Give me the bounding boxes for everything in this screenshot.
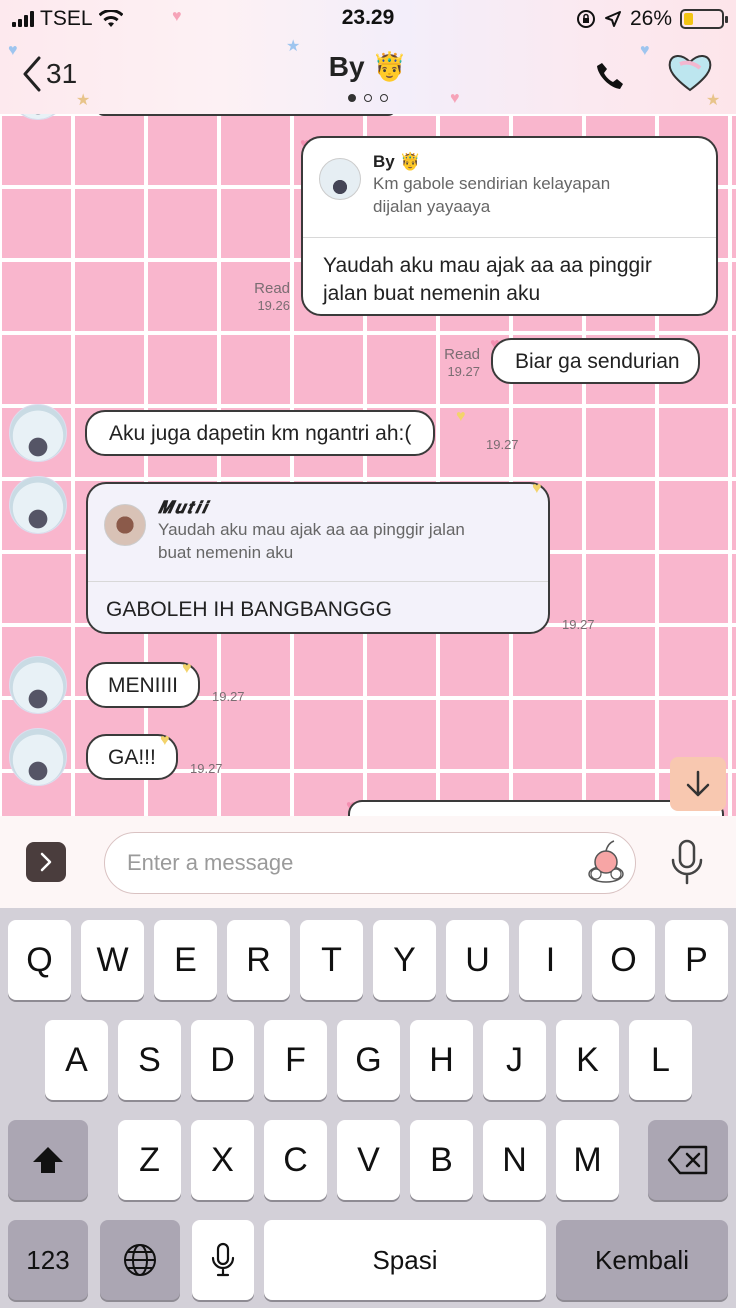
backspace-icon xyxy=(667,1145,708,1175)
key-m[interactable]: M xyxy=(556,1120,619,1200)
timestamp: 19.27 xyxy=(486,437,519,452)
dictation-key[interactable] xyxy=(192,1220,254,1300)
contact-avatar[interactable] xyxy=(9,656,67,714)
key-o[interactable]: O xyxy=(592,920,655,1000)
status-right: 26% xyxy=(576,6,728,32)
key-p[interactable]: P xyxy=(665,920,728,1000)
key-x[interactable]: X xyxy=(191,1120,254,1200)
space-key[interactable]: Spasi xyxy=(264,1220,546,1300)
quoted-message[interactable]: 𝑴𝒖𝒕𝒊𝒊 Yaudah aku mau ajak aa aa pinggir … xyxy=(88,484,548,582)
voice-message-button[interactable] xyxy=(668,838,706,886)
return-key[interactable]: Kembali xyxy=(556,1220,728,1300)
message-input[interactable] xyxy=(104,832,636,894)
quote-avatar xyxy=(319,158,361,200)
key-k[interactable]: K xyxy=(556,1020,619,1100)
key-f[interactable]: F xyxy=(264,1020,327,1100)
chevron-right-icon xyxy=(40,852,52,872)
key-r[interactable]: R xyxy=(227,920,290,1000)
scroll-to-bottom-button[interactable] xyxy=(670,757,726,811)
reply-text: Yaudah aku mau ajak aa aa pinggir jalan … xyxy=(303,238,716,324)
contact-avatar[interactable] xyxy=(9,476,67,534)
message-text: Aku juga dapetin km ngantri ah:( xyxy=(109,422,412,445)
timestamp: 19.26 xyxy=(257,298,290,313)
message-meta: Read 19.26 xyxy=(240,280,290,314)
heart-icon: ♥ xyxy=(456,408,466,425)
reply-text: GABOLEH IH BANGBANGGG xyxy=(106,598,392,621)
key-u[interactable]: U xyxy=(446,920,509,1000)
quote-sender: By 🤴 xyxy=(373,152,421,171)
sticker-button[interactable] xyxy=(586,836,626,884)
location-icon xyxy=(604,11,621,27)
read-receipt: Read xyxy=(444,346,480,363)
heart-sticker-icon xyxy=(668,55,712,92)
heart-icon: ♥ xyxy=(160,732,170,749)
key-q[interactable]: Q xyxy=(8,920,71,1000)
timestamp: 19.27 xyxy=(212,689,245,704)
reply-line: Yaudah aku mau ajak aa aa pinggir xyxy=(323,254,652,277)
key-e[interactable]: E xyxy=(154,920,217,1000)
quote-text: buat nemenin aku xyxy=(158,543,294,562)
quote-text: dijalan yayaaya xyxy=(373,197,491,216)
message-bubble-partial xyxy=(348,800,724,816)
key-w[interactable]: W xyxy=(81,920,144,1000)
chat-area[interactable]: ♥ By 🤴 Km gabole sendirian kelayapan dij… xyxy=(0,114,736,816)
expand-menu-button[interactable] xyxy=(26,842,66,882)
quote-avatar xyxy=(104,504,146,546)
message-meta: Read 19.27 xyxy=(430,346,480,380)
globe-icon xyxy=(124,1244,156,1276)
timestamp: 19.27 xyxy=(447,364,480,379)
key-v[interactable]: V xyxy=(337,1120,400,1200)
key-b[interactable]: B xyxy=(410,1120,473,1200)
key-s[interactable]: S xyxy=(118,1020,181,1100)
phone-call-button[interactable] xyxy=(594,60,626,92)
chat-header: ♥ ♥ ★ ♥ ♥ ★ ★ TSEL 23.29 26% 31 By 🤴 xyxy=(0,0,736,114)
outgoing-message-bubble[interactable]: Biar ga sendurian xyxy=(491,338,700,384)
contact-avatar[interactable] xyxy=(9,114,67,120)
reply-line: jalan buat nemenin aku xyxy=(323,282,541,305)
key-n[interactable]: N xyxy=(483,1120,546,1200)
key-l[interactable]: L xyxy=(629,1020,692,1100)
keyboard: Q W E R T Y U I O P A S D F G H J K L Z … xyxy=(0,908,736,1308)
key-c[interactable]: C xyxy=(264,1120,327,1200)
page-indicator xyxy=(0,94,736,102)
page-dot xyxy=(380,94,388,102)
page-dot xyxy=(348,94,356,102)
shift-icon xyxy=(33,1147,63,1173)
timestamp: 19.27 xyxy=(190,761,223,776)
incoming-reply-bubble[interactable]: 𝑴𝒖𝒕𝒊𝒊 Yaudah aku mau ajak aa aa pinggir … xyxy=(86,482,550,634)
quote-text: Km gabole sendirian kelayapan xyxy=(373,174,611,193)
shift-key[interactable] xyxy=(8,1120,88,1200)
heart-icon: ♥ xyxy=(182,660,192,677)
key-j[interactable]: J xyxy=(483,1020,546,1100)
key-h[interactable]: H xyxy=(410,1020,473,1100)
backspace-key[interactable] xyxy=(648,1120,728,1200)
timestamp: 19.27 xyxy=(562,617,595,632)
quote-text: Yaudah aku mau ajak aa aa pinggir jalan xyxy=(158,520,465,539)
outgoing-reply-bubble[interactable]: By 🤴 Km gabole sendirian kelayapan dijal… xyxy=(301,136,718,316)
rotation-lock-icon xyxy=(576,10,595,28)
message-text: Biar ga sendurian xyxy=(515,350,680,373)
quote-sender: 𝑴𝒖𝒕𝒊𝒊 xyxy=(158,498,209,517)
key-g[interactable]: G xyxy=(337,1020,400,1100)
key-z[interactable]: Z xyxy=(118,1120,181,1200)
battery-icon xyxy=(680,9,728,29)
numbers-key[interactable]: 123 xyxy=(8,1220,88,1300)
quoted-message[interactable]: By 🤴 Km gabole sendirian kelayapan dijal… xyxy=(303,138,716,238)
battery-percent: 26% xyxy=(629,7,672,30)
heart-icon: ♥ xyxy=(532,480,542,497)
key-i[interactable]: I xyxy=(519,920,582,1000)
contact-avatar[interactable] xyxy=(9,728,67,786)
arrow-down-icon xyxy=(686,770,710,797)
key-t[interactable]: T xyxy=(300,920,363,1000)
incoming-message-bubble[interactable]: Aku juga dapetin km ngantri ah:( xyxy=(85,410,436,456)
key-d[interactable]: D xyxy=(191,1020,254,1100)
key-a[interactable]: A xyxy=(45,1020,108,1100)
message-bubble-partial xyxy=(96,114,396,116)
read-receipt: Read xyxy=(254,280,290,297)
microphone-icon xyxy=(211,1242,235,1277)
page-dot xyxy=(364,94,372,102)
key-y[interactable]: Y xyxy=(373,920,436,1000)
globe-key[interactable] xyxy=(100,1220,180,1300)
contact-avatar[interactable] xyxy=(9,404,67,462)
